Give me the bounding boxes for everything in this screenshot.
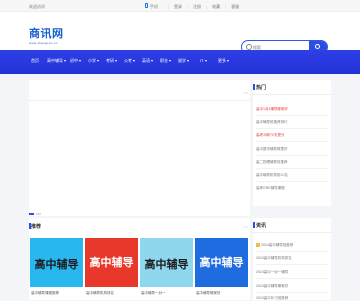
list-item[interactable]: 2024高中辅导机构排名 <box>256 256 292 261</box>
more-link[interactable]: >> <box>243 224 248 229</box>
list-item[interactable]: 高中辅导机构前10名 <box>256 173 288 178</box>
phone-icon <box>145 3 148 8</box>
logo-subtext: www.shangxun.cn <box>29 41 58 45</box>
top-links: 手机 | 登录 | 注册 | 收藏 | 客服 <box>145 3 244 10</box>
chevron-down-icon <box>169 59 171 62</box>
chevron-down-icon <box>133 59 135 62</box>
list-item[interactable]: 高考GRE辅导课程 <box>256 186 285 191</box>
mobile-link[interactable]: 手机 <box>145 3 163 10</box>
chevron-down-icon <box>204 59 207 62</box>
list-item[interactable]: 2024高中辅导班推荐 <box>256 243 293 248</box>
chevron-down-icon <box>64 59 66 62</box>
list-item[interactable]: 2024高中一对一辅导 <box>256 270 288 275</box>
divider <box>29 100 250 101</box>
register-link[interactable]: 注册 <box>193 4 201 10</box>
chevron-down-icon <box>115 59 117 62</box>
nav-item[interactable]: IT <box>200 58 207 63</box>
course-card[interactable]: 高中辅导 <box>140 238 193 287</box>
chevron-down-icon <box>151 59 153 62</box>
sidebar-title: 热门 <box>252 84 267 91</box>
nav-item[interactable]: 高中辅导 <box>47 58 66 64</box>
slider-dot[interactable] <box>36 213 41 215</box>
recommend-section: 推荐 >> 高中辅导 高中辅导课程推荐 高中辅导 高中辅导机构排名 高中辅导 高… <box>28 218 250 300</box>
login-link[interactable]: 登录 <box>174 4 182 10</box>
card-caption[interactable]: 高中辅导哪家好 <box>196 291 221 296</box>
welcome-text: 欢迎访问 <box>29 4 45 9</box>
main-nav: 首页 高中辅导 初中 小学 考研 公考 英语 职业 留学 IT 更多 <box>0 50 360 74</box>
search-icon <box>315 44 320 49</box>
card-caption[interactable]: 高中辅导机构排名 <box>86 291 114 296</box>
main-content: >> <box>29 80 250 216</box>
nav-home[interactable]: 首页 <box>31 58 39 64</box>
slider-dots <box>29 213 43 215</box>
nav-item[interactable]: 更多 <box>218 58 229 64</box>
list-item[interactable]: 高中1对1辅导哪家好 <box>256 107 288 112</box>
chevron-down-icon <box>79 59 81 62</box>
site-logo[interactable]: 商讯网 www.shangxun.cn <box>29 25 64 45</box>
chevron-down-icon <box>97 59 99 62</box>
list-item[interactable]: 高中数学辅导哪里好 <box>256 147 288 152</box>
chevron-down-icon <box>227 59 229 62</box>
hot-sidebar: 热门 高中1对1辅导哪家好 高中辅导班推荐排行 高考冲刺70天提分 高中数学辅导… <box>252 80 331 206</box>
nav-item[interactable]: 职业 <box>160 58 171 64</box>
list-item[interactable]: 高考冲刺70天提分 <box>256 133 284 138</box>
more-link[interactable]: >> <box>243 90 248 95</box>
nav-item[interactable]: 公考 <box>124 58 135 64</box>
section-title: 推荐 <box>28 223 42 230</box>
nav-item[interactable]: 英语 <box>142 58 153 64</box>
list-item[interactable]: 2024高中补习班推荐 <box>256 296 288 301</box>
nav-item[interactable]: 小学 <box>88 58 99 64</box>
favorite-link[interactable]: 收藏 <box>212 4 220 10</box>
chevron-down-icon <box>187 59 189 62</box>
slider-dot[interactable] <box>29 213 34 215</box>
nav-item[interactable]: 初中 <box>70 58 81 64</box>
course-card[interactable]: 高中辅导 <box>195 238 248 287</box>
course-card[interactable]: 高中辅导 <box>85 238 138 287</box>
news-sidebar: 资讯 2024高中辅导班推荐 2024高中辅导机构排名 2024高中一对一辅导 … <box>252 218 331 301</box>
card-caption[interactable]: 高中辅导课程推荐 <box>31 291 59 296</box>
sidebar-title: 资讯 <box>252 222 267 229</box>
service-link[interactable]: 客服 <box>231 4 239 10</box>
divider <box>253 232 331 233</box>
card-caption[interactable]: 高中辅导一对一 <box>141 291 166 296</box>
logo-text: 商讯网 <box>29 27 64 40</box>
nav-item[interactable]: 考研 <box>106 58 117 64</box>
list-item[interactable]: 高二物理辅导班推荐 <box>256 160 288 165</box>
nav-item[interactable]: 留学 <box>178 58 189 64</box>
list-item[interactable]: 2024高中辅导哪家好 <box>256 284 288 289</box>
divider <box>253 94 331 95</box>
tag-icon <box>256 243 260 248</box>
course-card[interactable]: 高中辅导 <box>30 238 83 287</box>
top-bar: 欢迎访问 手机 | 登录 | 注册 | 收藏 | 客服 <box>0 0 360 12</box>
list-item[interactable]: 高中辅导班推荐排行 <box>256 120 288 125</box>
